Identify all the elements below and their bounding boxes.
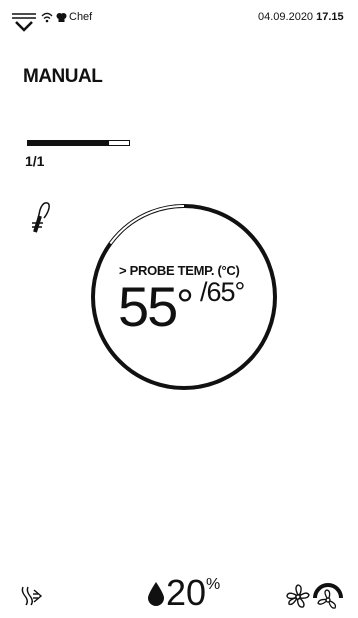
humidity-setting[interactable]: 20% xyxy=(146,575,220,611)
user-name[interactable]: Chef xyxy=(69,11,92,23)
phase-progress-fill xyxy=(28,141,109,145)
probe-current-unit: ° xyxy=(176,281,194,330)
probe-current-value: 55 xyxy=(118,275,178,338)
mode-title: MANUAL xyxy=(23,66,103,87)
probe-current-temp: 55° xyxy=(118,279,194,335)
humidity-value: 20 xyxy=(166,572,207,613)
humidity-drop-icon xyxy=(148,582,164,606)
chef-hat-icon xyxy=(56,12,67,23)
humidity-unit: % xyxy=(206,576,221,593)
probe-icon[interactable] xyxy=(30,196,54,241)
wifi-icon xyxy=(41,12,53,23)
status-datetime: 04.09.2020 17.15 xyxy=(258,11,344,23)
phase-progress-bar xyxy=(27,140,130,146)
menu-dropdown-icon[interactable] xyxy=(11,12,37,34)
probe-target-temp[interactable]: /65° xyxy=(200,277,245,308)
fan-speed-icon[interactable] xyxy=(313,582,343,615)
status-time: 17.15 xyxy=(316,11,344,23)
status-bar: Chef 04.09.2020 17.15 xyxy=(0,0,358,40)
phase-counter: 1/1 xyxy=(25,153,45,169)
steam-vent-icon[interactable] xyxy=(20,585,46,612)
status-date: 04.09.2020 xyxy=(258,11,314,23)
fan-icon[interactable] xyxy=(285,584,311,615)
